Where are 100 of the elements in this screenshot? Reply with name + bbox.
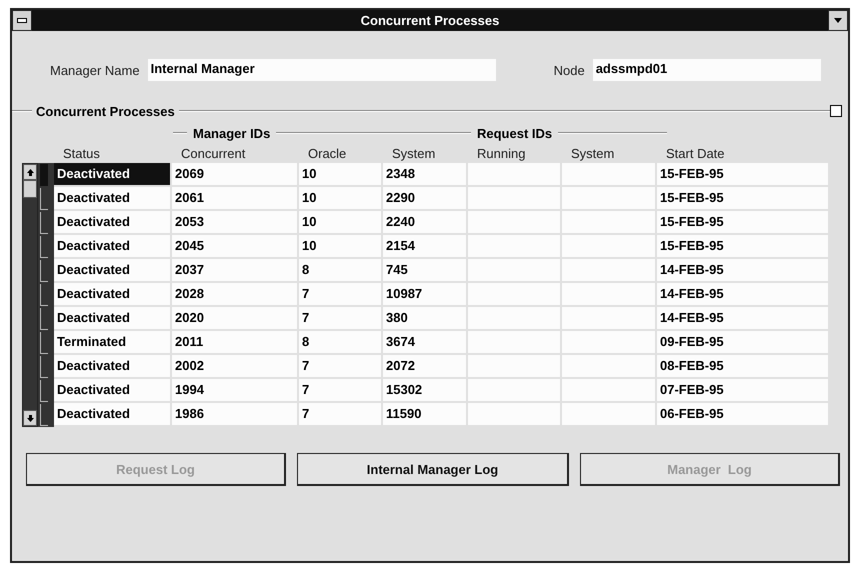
- table-cell[interactable]: [562, 379, 655, 401]
- row-indicator[interactable]: [40, 260, 48, 282]
- table-cell[interactable]: 2037: [172, 259, 297, 281]
- table-cell[interactable]: [468, 331, 560, 353]
- table-cell[interactable]: 15302: [383, 379, 466, 401]
- table-cell[interactable]: 2045: [172, 235, 297, 257]
- table-cell[interactable]: 15-FEB-95: [657, 235, 828, 257]
- table-cell[interactable]: 15-FEB-95: [657, 187, 828, 209]
- table-cell[interactable]: 380: [383, 307, 466, 329]
- table-cell[interactable]: 7: [299, 283, 381, 305]
- table-cell[interactable]: 08-FEB-95: [657, 355, 828, 377]
- table-cell[interactable]: 10: [299, 187, 381, 209]
- row-indicator[interactable]: [40, 284, 48, 306]
- table-cell[interactable]: Deactivated: [54, 403, 170, 425]
- table-cell[interactable]: Deactivated: [54, 355, 170, 377]
- table-cell[interactable]: Deactivated: [54, 259, 170, 281]
- system-menu-button[interactable]: [12, 10, 32, 31]
- table-cell[interactable]: 745: [383, 259, 466, 281]
- table-cell[interactable]: 7: [299, 355, 381, 377]
- table-cell[interactable]: 10: [299, 235, 381, 257]
- table-cell[interactable]: 8: [299, 331, 381, 353]
- table-cell[interactable]: 2072: [383, 355, 466, 377]
- table-cell[interactable]: [468, 163, 560, 185]
- scroll-thumb[interactable]: [23, 180, 37, 198]
- table-cell[interactable]: 2053: [172, 211, 297, 233]
- table-cell[interactable]: Deactivated: [54, 211, 170, 233]
- scroll-up-button[interactable]: [23, 164, 37, 180]
- minimize-button[interactable]: [828, 10, 848, 31]
- table-cell[interactable]: [468, 307, 560, 329]
- table-cell[interactable]: 3674: [383, 331, 466, 353]
- table-cell[interactable]: [562, 235, 655, 257]
- table-cell[interactable]: [468, 379, 560, 401]
- table-cell[interactable]: [562, 403, 655, 425]
- table-cell[interactable]: Deactivated: [54, 235, 170, 257]
- table-cell[interactable]: [562, 187, 655, 209]
- table-cell[interactable]: [562, 283, 655, 305]
- table-cell[interactable]: 2069: [172, 163, 297, 185]
- table-cell[interactable]: 2061: [172, 187, 297, 209]
- table-cell[interactable]: [562, 259, 655, 281]
- row-indicator[interactable]: [40, 404, 48, 426]
- table-cell[interactable]: 7: [299, 307, 381, 329]
- table-cell[interactable]: 1986: [172, 403, 297, 425]
- table-cell[interactable]: 06-FEB-95: [657, 403, 828, 425]
- table-cell[interactable]: 14-FEB-95: [657, 259, 828, 281]
- row-indicator[interactable]: [40, 332, 48, 354]
- table-cell[interactable]: 14-FEB-95: [657, 307, 828, 329]
- table-cell[interactable]: 2020: [172, 307, 297, 329]
- column-header: Running: [476, 146, 526, 163]
- table-cell[interactable]: [468, 259, 560, 281]
- table-cell[interactable]: 7: [299, 379, 381, 401]
- table-cell[interactable]: Terminated: [54, 331, 170, 353]
- table-cell[interactable]: 1994: [172, 379, 297, 401]
- table-cell[interactable]: 2011: [172, 331, 297, 353]
- table-cell[interactable]: [468, 403, 560, 425]
- table-cell[interactable]: [562, 307, 655, 329]
- input-field[interactable]: Internal Manager: [148, 59, 496, 81]
- table-cell[interactable]: Deactivated: [54, 163, 170, 185]
- row-indicator[interactable]: [40, 380, 48, 402]
- table-cell[interactable]: 10: [299, 211, 381, 233]
- table-cell[interactable]: Deactivated: [54, 187, 170, 209]
- table-cell[interactable]: [468, 355, 560, 377]
- table-cell[interactable]: 2348: [383, 163, 466, 185]
- table-cell[interactable]: [562, 331, 655, 353]
- table-cell[interactable]: Deactivated: [54, 283, 170, 305]
- table-cell[interactable]: 14-FEB-95: [657, 283, 828, 305]
- row-indicator[interactable]: [40, 236, 48, 258]
- table-cell[interactable]: [562, 163, 655, 185]
- vertical-scrollbar[interactable]: [22, 163, 38, 427]
- table-cell[interactable]: 15-FEB-95: [657, 163, 828, 185]
- table-cell[interactable]: [562, 355, 655, 377]
- table-cell[interactable]: 8: [299, 259, 381, 281]
- row-indicator[interactable]: [40, 212, 48, 234]
- table-cell[interactable]: 15-FEB-95: [657, 211, 828, 233]
- log-button[interactable]: Internal Manager Log: [297, 453, 569, 486]
- table-cell[interactable]: 07-FEB-95: [657, 379, 828, 401]
- table-cell[interactable]: 10987: [383, 283, 466, 305]
- table-cell[interactable]: [468, 235, 560, 257]
- table-cell[interactable]: 2240: [383, 211, 466, 233]
- input-field[interactable]: adssmpd01: [592, 59, 821, 81]
- table-cell[interactable]: [468, 211, 560, 233]
- table-cell[interactable]: 7: [299, 403, 381, 425]
- table-cell[interactable]: 2154: [383, 235, 466, 257]
- table-cell[interactable]: 10: [299, 163, 381, 185]
- checkbox[interactable]: [830, 105, 842, 117]
- table-cell[interactable]: 2290: [383, 187, 466, 209]
- column-header: System: [570, 146, 616, 163]
- table-cell[interactable]: Deactivated: [54, 307, 170, 329]
- table-cell[interactable]: 11590: [383, 403, 466, 425]
- table-cell[interactable]: 09-FEB-95: [657, 331, 828, 353]
- table-cell[interactable]: Deactivated: [54, 379, 170, 401]
- table-cell[interactable]: [562, 211, 655, 233]
- row-indicator[interactable]: [40, 356, 48, 378]
- row-indicator[interactable]: [40, 188, 48, 210]
- table-cell[interactable]: [468, 283, 560, 305]
- row-indicator[interactable]: [40, 308, 48, 330]
- table-cell[interactable]: 2028: [172, 283, 297, 305]
- table-cell[interactable]: 2002: [172, 355, 297, 377]
- table-cell[interactable]: [468, 187, 560, 209]
- scroll-down-button[interactable]: [23, 410, 37, 426]
- window-title: Concurrent Processes: [360, 13, 500, 28]
